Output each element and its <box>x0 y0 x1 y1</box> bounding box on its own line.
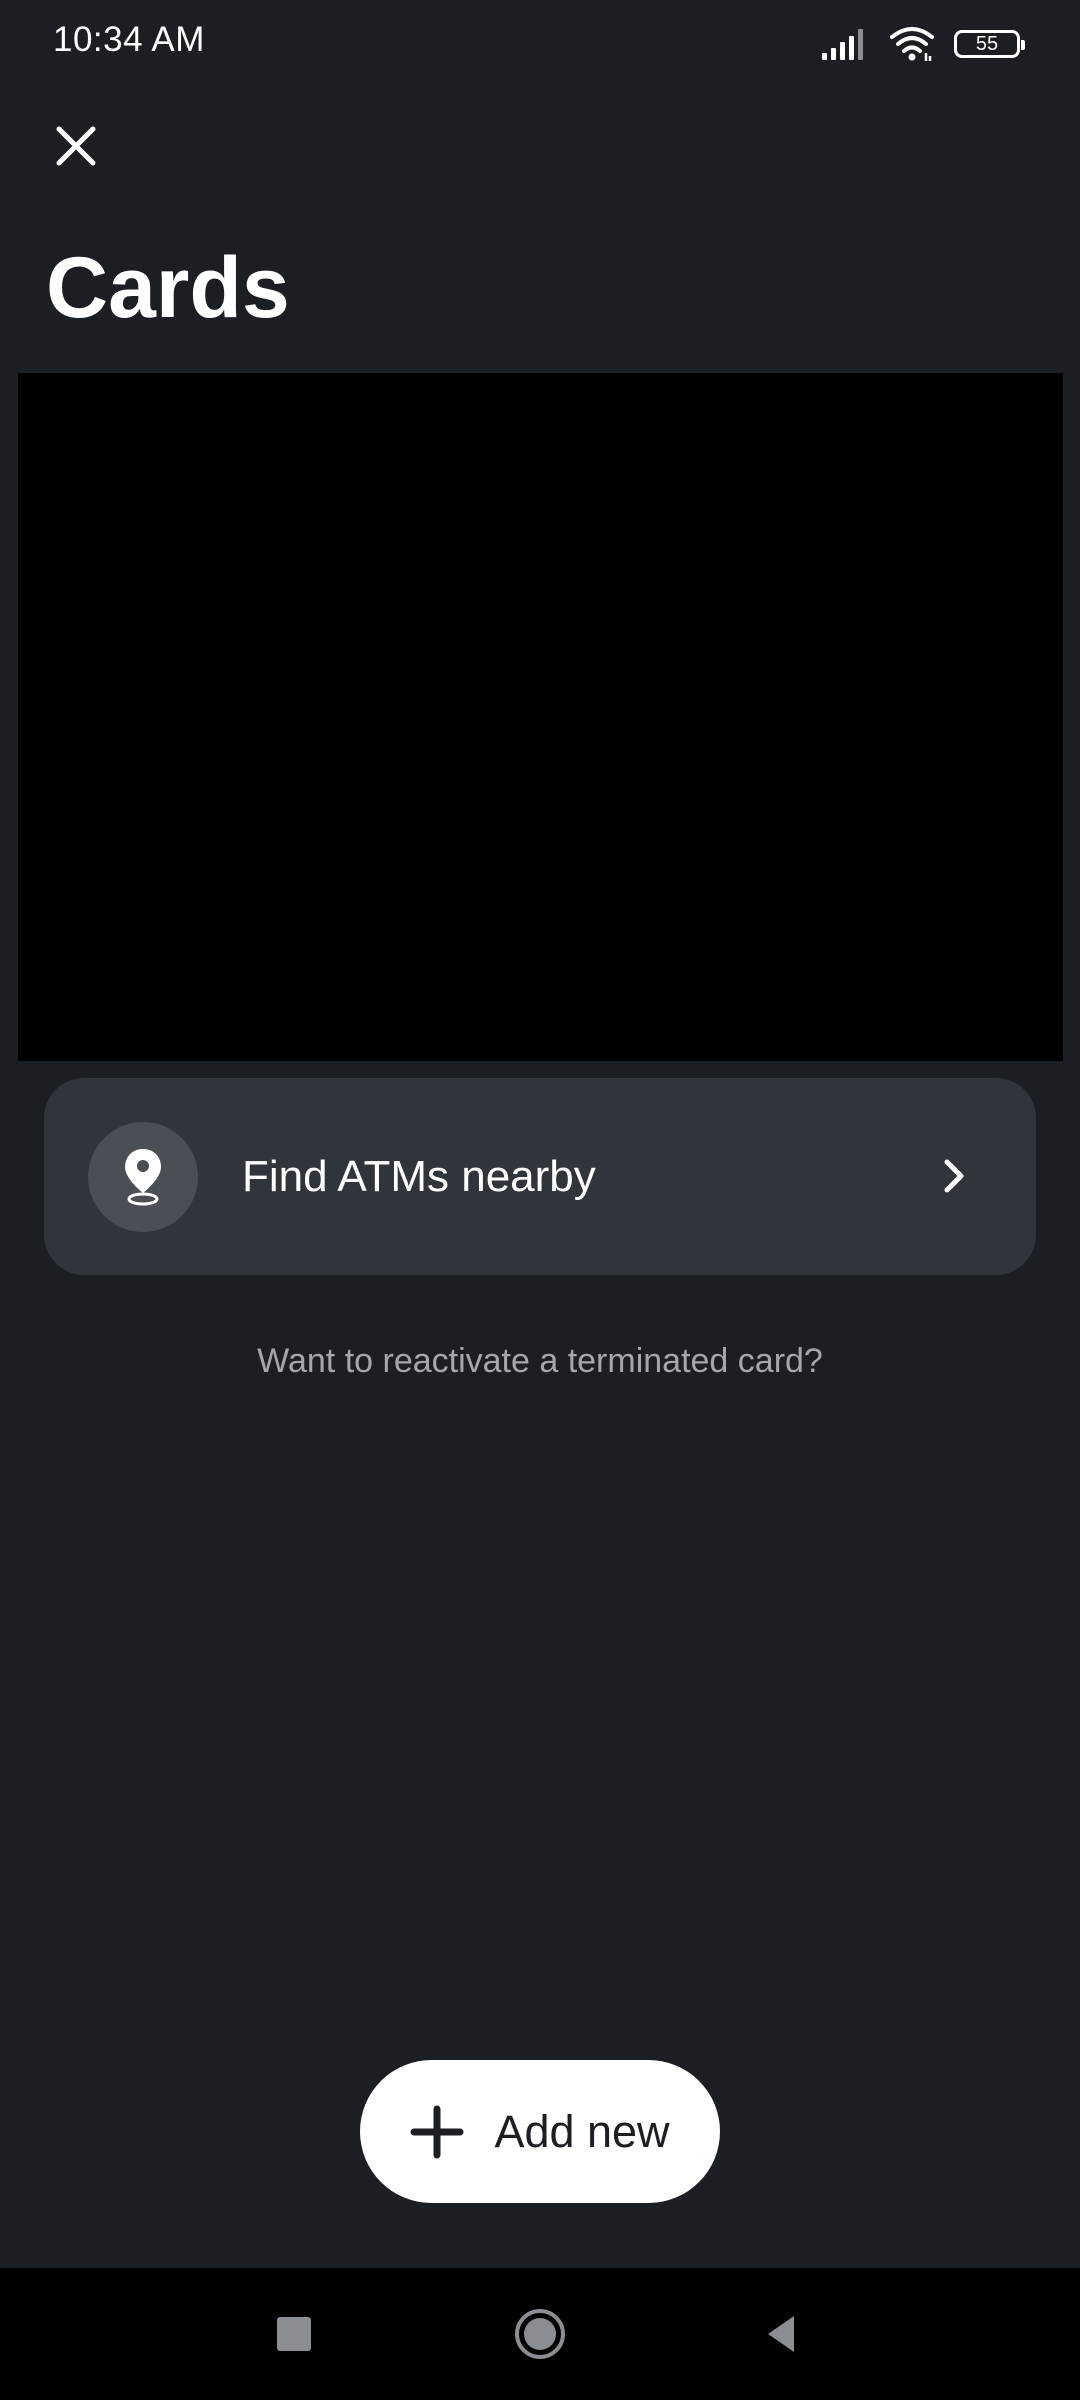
system-nav-bar <box>0 2268 1080 2400</box>
recents-icon <box>277 2317 311 2351</box>
atm-icon-circle <box>88 1122 198 1232</box>
find-atms-label: Find ATMs nearby <box>242 1152 596 1201</box>
reactivate-card-link[interactable]: Want to reactivate a terminated card? <box>0 1342 1080 1381</box>
recents-button[interactable] <box>258 2298 330 2370</box>
add-new-button[interactable]: Add new <box>360 2060 720 2203</box>
location-pin-icon <box>125 1149 161 1206</box>
home-icon <box>515 2309 565 2359</box>
status-bar: 10:34 AM 55 <box>0 0 1080 84</box>
back-button[interactable] <box>746 2298 818 2370</box>
find-atms-row[interactable]: Find ATMs nearby <box>44 1078 1036 1275</box>
battery-level: 55 <box>975 33 999 55</box>
page-title: Cards <box>46 240 290 336</box>
cards-screen: 10:34 AM 55 Cards Find ATMs nearby Want … <box>0 0 1080 2400</box>
battery-icon: 55 <box>954 30 1025 58</box>
card-carousel[interactable] <box>18 373 1063 1061</box>
wifi-icon <box>890 27 934 61</box>
signal-icon <box>822 29 863 60</box>
home-button[interactable] <box>504 2298 576 2370</box>
close-button[interactable] <box>36 106 116 186</box>
status-icons: 55 <box>820 24 1025 64</box>
status-time: 10:34 AM <box>53 20 205 59</box>
add-new-label: Add new <box>494 2105 670 2157</box>
plus-icon <box>410 2105 464 2158</box>
back-icon <box>768 2316 794 2352</box>
chevron-right-icon <box>944 1159 964 1193</box>
close-icon <box>56 126 96 166</box>
